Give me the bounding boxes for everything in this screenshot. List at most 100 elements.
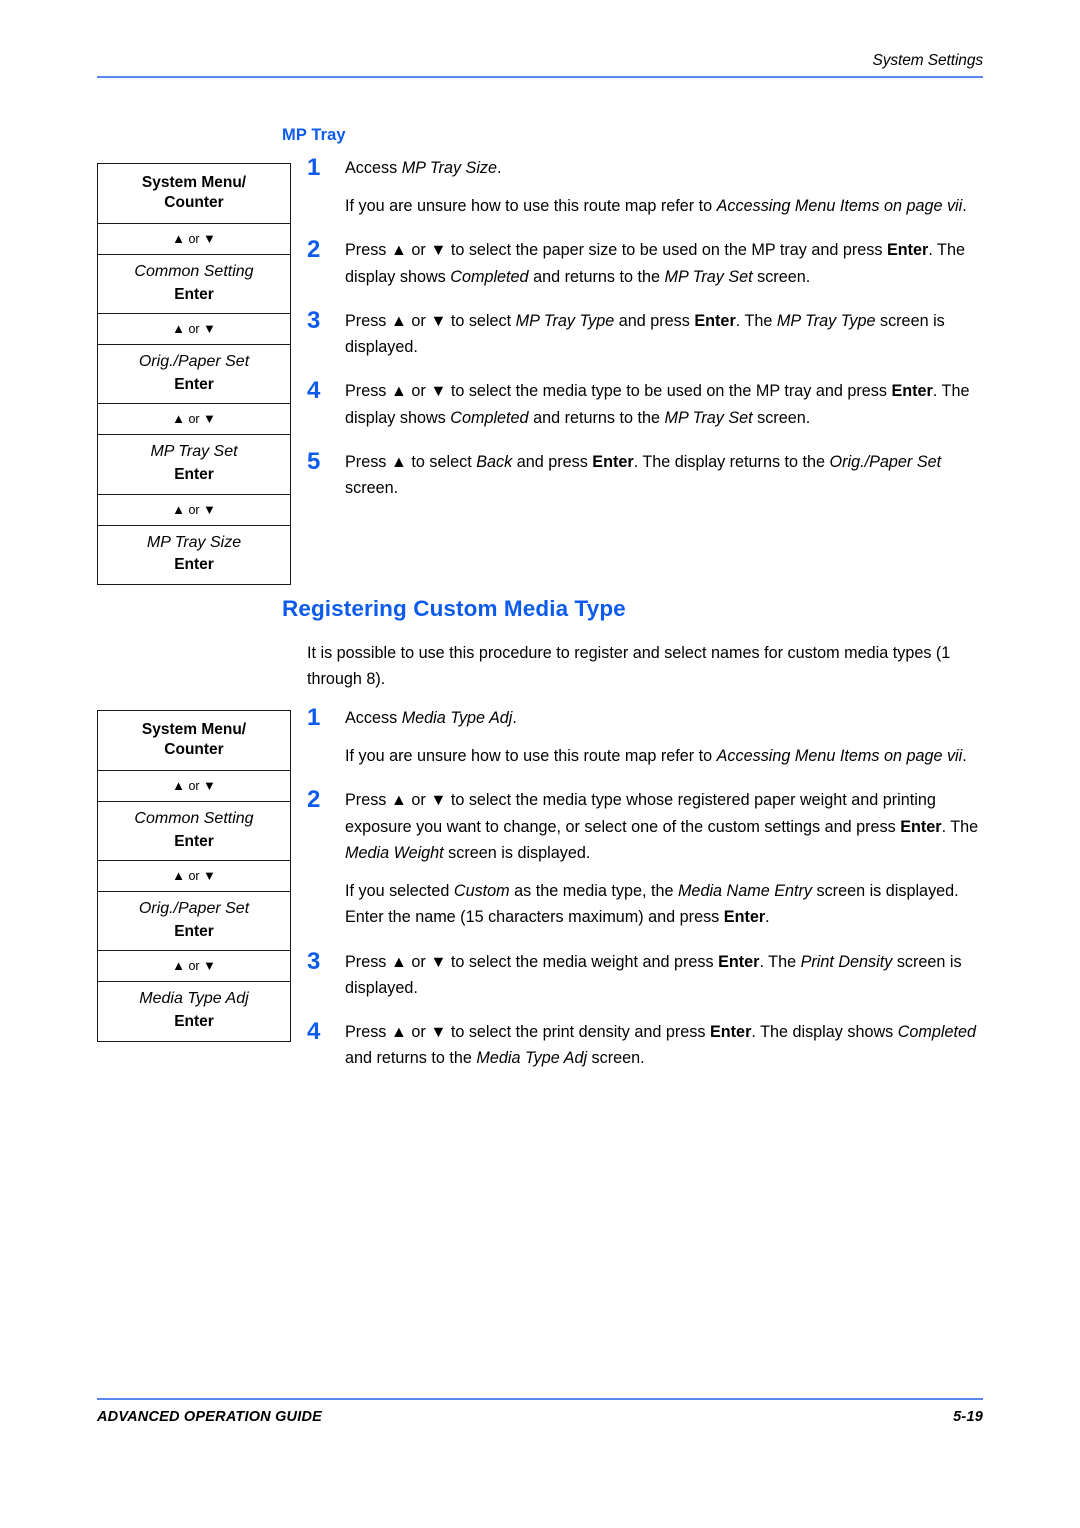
route-map-step-label: Media Type Adj xyxy=(139,990,249,1008)
procedure-step: 4 Press ▲ or ▼ to select the media type t… xyxy=(307,378,983,430)
step-number: 1 xyxy=(307,154,321,181)
step-paragraph: Press ▲ or ▼ to select the media type wh… xyxy=(345,791,979,862)
route-map-step-cell: MP Tray Size Enter xyxy=(98,526,290,584)
step-body: Press ▲ or ▼ to select the paper size to… xyxy=(345,237,983,289)
step-paragraph: If you selected Custom as the media type… xyxy=(345,882,959,927)
page-header: System Settings xyxy=(97,52,984,79)
procedure-step: 5 Press ▲ to select Back and press Enter.… xyxy=(307,449,983,501)
step-number: 4 xyxy=(307,377,321,405)
route-map-step-label: Orig./Paper Set xyxy=(138,353,250,371)
route-map-header-cell: System Menu/Counter xyxy=(98,711,290,771)
procedure-step: 2 Press ▲ or ▼ to select the media type w… xyxy=(307,787,983,930)
route-map-arrow-cell: ▲ or ▼ xyxy=(98,224,290,255)
arrow-down-icon: ▼ xyxy=(203,230,216,246)
arrow-up-icon: ▲ xyxy=(172,411,185,427)
route-map-step-cell: Media Type Adj Enter xyxy=(98,982,290,1040)
arrow-or-label: or xyxy=(184,869,204,884)
step-number: 1 xyxy=(307,704,321,731)
arrow-up-icon: ▲ xyxy=(172,777,185,793)
steps-list-registering-custom-media-type: 1 Access Media Type Adj. If you are unsure… xyxy=(307,705,983,1072)
step-number: 3 xyxy=(307,306,321,334)
sub-heading-mp-tray: MP Tray xyxy=(282,126,346,144)
route-map-step-label: Orig./Paper Set xyxy=(138,900,250,918)
route-map-step-label: Common Setting xyxy=(134,809,254,827)
route-map-step-label: MP Tray Size xyxy=(146,533,242,551)
route-map-enter-key: Enter xyxy=(174,466,214,484)
route-map-mp-tray: System Menu/Counter ▲ or ▼ Common Setting E… xyxy=(97,163,291,586)
step-number: 3 xyxy=(307,947,321,975)
step-number: 2 xyxy=(307,786,321,814)
arrow-up-icon: ▲ xyxy=(172,501,185,517)
intro-paragraph-registering-custom-media-type: It is possible to use this procedure to … xyxy=(307,644,951,689)
step-body: Press ▲ or ▼ to select the print density… xyxy=(345,1019,983,1071)
step-paragraph: If you are unsure how to use this route … xyxy=(345,197,967,216)
route-map-enter-key: Enter xyxy=(174,285,214,303)
step-paragraph: Press ▲ or ▼ to select the media weight … xyxy=(345,952,962,997)
route-map-arrow-cell: ▲ or ▼ xyxy=(98,495,290,526)
route-map-arrow-cell: ▲ or ▼ xyxy=(98,404,290,436)
arrow-down-icon: ▼ xyxy=(203,501,216,517)
arrow-down-icon: ▼ xyxy=(203,777,216,793)
header-title: System Settings xyxy=(872,52,984,69)
route-map-header-line1: System Menu/ xyxy=(141,721,247,738)
arrow-down-icon: ▼ xyxy=(203,321,216,337)
step-paragraph: Press ▲ to select Back and press Enter. … xyxy=(345,452,942,498)
arrow-or-label: or xyxy=(184,231,204,246)
footer-page-number: 5-19 xyxy=(953,1409,983,1425)
route-map-step-label: MP Tray Set xyxy=(150,443,238,461)
step-paragraph: Access MP Tray Size. xyxy=(345,159,502,177)
arrow-up-icon: ▲ xyxy=(172,958,185,974)
route-map-step-cell: Orig./Paper Set Enter xyxy=(98,345,290,405)
procedure-step: 3 Press ▲ or ▼ to select the media weight… xyxy=(307,949,983,1001)
route-map-header-cell: System Menu/Counter xyxy=(98,164,290,224)
arrow-or-label: or xyxy=(184,959,204,974)
step-paragraph: Press ▲ or ▼ to select the print density… xyxy=(345,1023,977,1068)
step-body: Press ▲ or ▼ to select the media type wh… xyxy=(345,787,983,930)
step-body: Access MP Tray Size. If you are unsure ho… xyxy=(345,155,983,219)
step-body: Press ▲ or ▼ to select the media type to… xyxy=(345,378,983,430)
route-map-arrow-cell: ▲ or ▼ xyxy=(98,951,290,983)
arrow-or-label: or xyxy=(184,412,204,427)
step-number: 2 xyxy=(307,236,321,264)
arrow-up-icon: ▲ xyxy=(172,868,185,884)
route-map-enter-key: Enter xyxy=(174,922,214,940)
steps-list-mp-tray: 1 Access MP Tray Size. If you are unsure h… xyxy=(307,155,983,501)
route-map-enter-key: Enter xyxy=(174,375,214,393)
step-paragraph: Access Media Type Adj. xyxy=(345,709,517,727)
route-map-header-line2: Counter xyxy=(164,194,224,212)
arrow-up-icon: ▲ xyxy=(172,321,185,337)
procedure-step: 1 Access MP Tray Size. If you are unsure h… xyxy=(307,155,983,219)
arrow-down-icon: ▼ xyxy=(203,411,216,427)
route-map-step-cell: Common Setting Enter xyxy=(98,255,290,315)
route-map-enter-key: Enter xyxy=(174,832,214,850)
step-paragraph: If you are unsure how to use this route … xyxy=(345,747,967,766)
step-paragraph: Press ▲ or ▼ to select the paper size to… xyxy=(345,241,965,286)
route-map-arrow-cell: ▲ or ▼ xyxy=(98,861,290,893)
step-body: Press ▲ or ▼ to select MP Tray Type and … xyxy=(345,308,983,360)
step-paragraph: Press ▲ or ▼ to select MP Tray Type and … xyxy=(345,311,945,357)
arrow-up-icon: ▲ xyxy=(172,230,185,246)
route-map-enter-key: Enter xyxy=(174,1013,214,1031)
route-map-enter-key: Enter xyxy=(174,556,214,574)
step-number: 5 xyxy=(307,447,321,475)
procedure-step: 2 Press ▲ or ▼ to select the paper size t… xyxy=(307,237,983,289)
document-page: System Settings MP Tray System Menu/Coun… xyxy=(0,0,1080,1528)
footer-guide-label: ADVANCED OPERATION GUIDE xyxy=(97,1409,322,1425)
arrow-or-label: or xyxy=(184,778,204,793)
route-map-arrow-cell: ▲ or ▼ xyxy=(98,314,290,346)
step-body: Press ▲ to select Back and press Enter. … xyxy=(345,449,983,501)
arrow-down-icon: ▼ xyxy=(203,868,216,884)
route-map-step-cell: MP Tray Set Enter xyxy=(98,435,290,495)
footer-rule xyxy=(97,1398,983,1400)
procedure-step: 4 Press ▲ or ▼ to select the print densit… xyxy=(307,1019,983,1071)
header-rule xyxy=(97,76,983,79)
arrow-down-icon: ▼ xyxy=(203,958,216,974)
step-body: Access Media Type Adj. If you are unsure … xyxy=(345,705,983,769)
route-map-media-type-adj: System Menu/Counter ▲ or ▼ Common Setting E… xyxy=(97,710,291,1042)
route-map-header-line2: Counter xyxy=(164,741,224,759)
step-number: 4 xyxy=(307,1018,321,1046)
procedure-step: 1 Access Media Type Adj. If you are unsure… xyxy=(307,705,983,769)
procedure-step: 3 Press ▲ or ▼ to select MP Tray Type and… xyxy=(307,308,983,360)
route-map-step-label: Common Setting xyxy=(134,262,254,280)
step-paragraph: Press ▲ or ▼ to select the media type to… xyxy=(345,382,970,427)
